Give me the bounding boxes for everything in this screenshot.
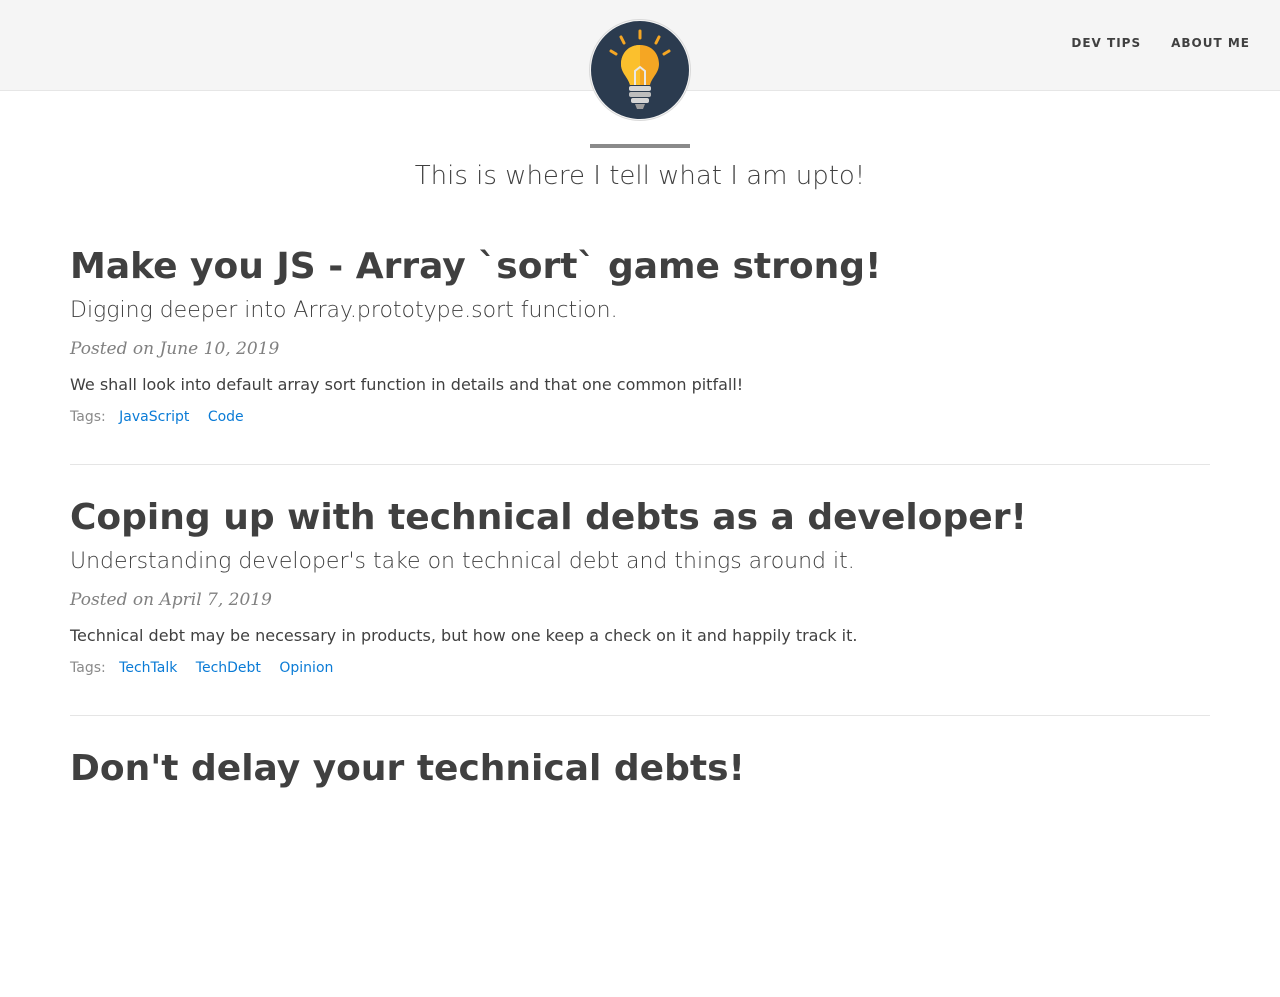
post-title[interactable]: Coping up with technical debts as a deve… (70, 495, 1027, 541)
post-list: Make you JS - Array `sort` game strong! … (70, 244, 1210, 997)
post-preview: Coping up with technical debts as a deve… (70, 495, 1210, 746)
tag-link[interactable]: Code (208, 409, 244, 425)
post-tags: Tags: JavaScript Code (70, 406, 258, 428)
post-meta: Posted on June 10, 2019 (70, 339, 280, 359)
tag-link[interactable]: Opinion (279, 660, 333, 676)
site-avatar[interactable] (589, 19, 691, 121)
post-tags: Tags: TechTalk TechDebt Opinion (70, 657, 347, 679)
post-preview: Don't delay your technical debts! (70, 746, 1210, 997)
post-divider (70, 464, 1210, 465)
lightbulb-icon (591, 21, 689, 119)
post-excerpt: Technical debt may be necessary in produ… (70, 626, 858, 645)
post-title[interactable]: Don't delay your technical debts! (70, 746, 745, 792)
post-excerpt: We shall look into default array sort fu… (70, 375, 744, 394)
post-title[interactable]: Make you JS - Array `sort` game strong! (70, 244, 881, 290)
tags-label: Tags: (70, 409, 106, 425)
post-preview: Make you JS - Array `sort` game strong! … (70, 244, 1210, 495)
tags-label: Tags: (70, 660, 106, 676)
tag-link[interactable]: TechDebt (196, 660, 261, 676)
nav-link-about-me[interactable]: ABOUT ME (1171, 36, 1250, 50)
post-subtitle[interactable]: Understanding developer's take on techni… (70, 547, 855, 577)
post-meta: Posted on April 7, 2019 (70, 590, 272, 610)
site-subtitle: This is where I tell what I am upto! (414, 161, 866, 191)
post-divider (70, 715, 1210, 716)
tag-link[interactable]: TechTalk (119, 660, 177, 676)
post-subtitle[interactable]: Digging deeper into Array.prototype.sort… (70, 296, 618, 326)
tag-link[interactable]: JavaScript (119, 409, 189, 425)
nav-link-dev-tips[interactable]: DEV TIPS (1071, 36, 1141, 50)
nav-links: DEV TIPS ABOUT ME (1071, 36, 1250, 50)
intro-divider (590, 144, 690, 148)
